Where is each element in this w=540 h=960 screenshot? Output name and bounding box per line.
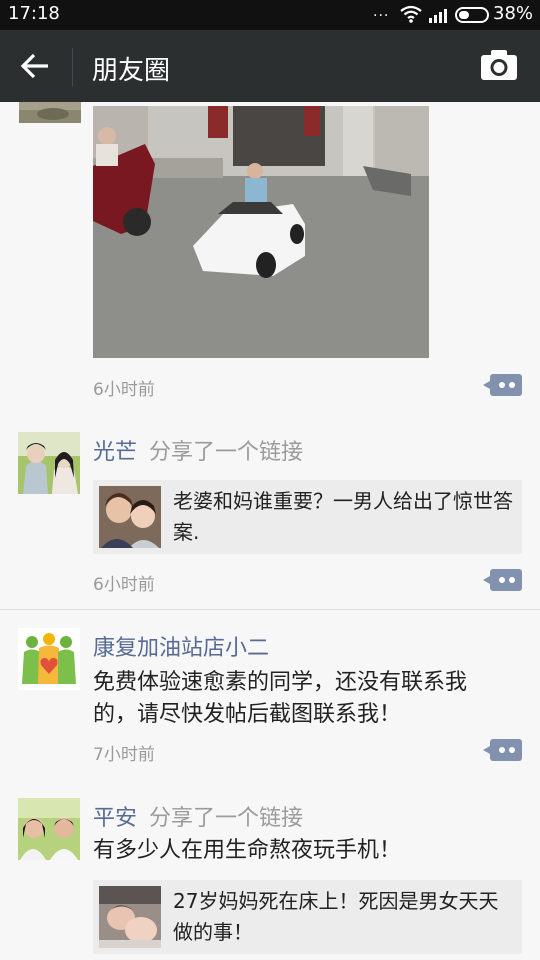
avatar[interactable] xyxy=(19,102,81,123)
comment-button[interactable] xyxy=(483,569,522,591)
share-action: 分享了一个链接 xyxy=(149,440,304,465)
post-author[interactable]: 平安 分享了一个链接 xyxy=(93,800,303,832)
post-text: 有多少人在用生命熬夜玩手机！ xyxy=(93,838,402,863)
nav-divider xyxy=(72,48,73,86)
link-title[interactable]: 27岁妈妈死在床上！死因是男女天天做的事！ xyxy=(173,886,513,948)
avatar[interactable] xyxy=(18,628,80,690)
comment-button[interactable] xyxy=(483,374,522,396)
link-card[interactable]: 27岁妈妈死在床上！死因是男女天天做的事！ xyxy=(93,880,522,954)
author-name[interactable]: 平安 xyxy=(93,806,137,831)
camera-icon[interactable] xyxy=(480,49,518,81)
wifi-icon xyxy=(400,5,422,23)
share-action: 分享了一个链接 xyxy=(149,806,304,831)
back-arrow-icon[interactable] xyxy=(18,50,52,82)
link-thumbnail xyxy=(99,486,161,548)
status-bar: 17:18 ... 38% xyxy=(0,0,540,30)
post-photo[interactable] xyxy=(93,106,429,358)
notification-dots: ... xyxy=(373,4,390,20)
author-name[interactable]: 光芒 xyxy=(93,440,137,465)
link-title[interactable]: 老婆和妈谁重要？一男人给出了惊世答案. xyxy=(173,486,513,548)
avatar[interactable] xyxy=(18,432,80,494)
signal-icon xyxy=(429,9,447,23)
author-name[interactable]: 康复加油站店小二 xyxy=(93,630,269,662)
post-time: 7小时前 xyxy=(93,745,155,765)
comment-button[interactable] xyxy=(483,739,522,761)
avatar[interactable] xyxy=(18,798,80,860)
divider xyxy=(0,609,540,610)
link-thumbnail xyxy=(99,886,161,948)
post-author[interactable]: 光芒 分享了一个链接 xyxy=(93,434,303,466)
link-card[interactable]: 老婆和妈谁重要？一男人给出了惊世答案. xyxy=(93,480,522,554)
status-time: 17:18 xyxy=(8,3,60,24)
page-title: 朋友圈 xyxy=(92,56,171,86)
nav-bar: 朋友圈 xyxy=(0,30,540,102)
post-time: 6小时前 xyxy=(93,380,155,400)
post-time: 6小时前 xyxy=(93,575,155,595)
post-text: 免费体验速愈素的同学，还没有联系我的，请尽快发帖后截图联系我！ xyxy=(93,670,468,727)
battery-percent: 38% xyxy=(493,3,534,24)
battery-icon xyxy=(455,7,489,23)
